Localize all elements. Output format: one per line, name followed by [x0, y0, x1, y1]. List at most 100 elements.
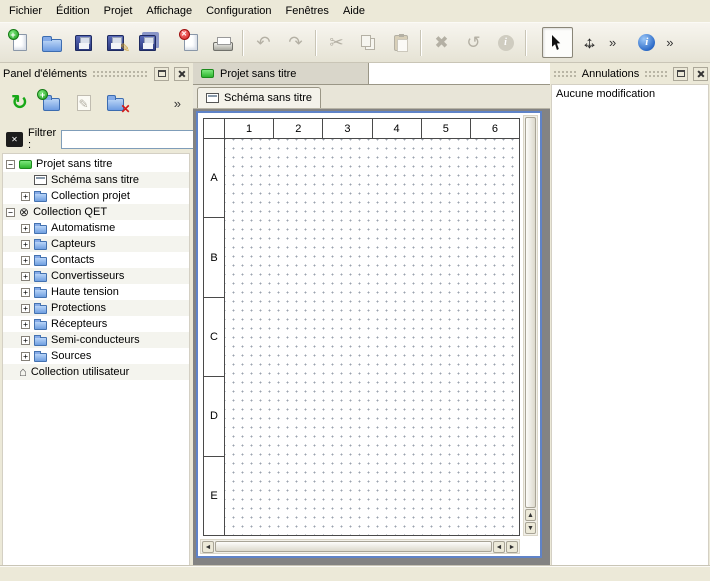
collapse-icon[interactable] [6, 160, 15, 169]
selection-mode-button[interactable] [542, 27, 573, 58]
close-dock-button[interactable] [693, 67, 708, 81]
tree-item-recepteurs[interactable]: Récepteurs [3, 316, 189, 332]
tree-item-collection-projet[interactable]: Collection projet [3, 188, 189, 204]
tree-item-protections[interactable]: Protections [3, 300, 189, 316]
rotate-button[interactable]: ↺ [458, 27, 489, 58]
close-file-button[interactable] [175, 27, 206, 58]
status-bar [0, 566, 710, 581]
expand-icon[interactable] [21, 304, 30, 313]
toolbar-extension-icon[interactable]: » [663, 35, 676, 50]
menu-fenetres[interactable]: Fenêtres [279, 2, 336, 20]
tree-item-convertisseurs[interactable]: Convertisseurs [3, 268, 189, 284]
print-button[interactable] [207, 27, 238, 58]
delete-element-button[interactable] [102, 90, 129, 117]
reload-collections-button[interactable]: ↻ [6, 90, 33, 117]
diagram-canvas[interactable] [225, 139, 519, 535]
menu-edition[interactable]: Édition [49, 2, 97, 20]
tree-item-project[interactable]: Projet sans titre [3, 156, 189, 172]
project-window-tab[interactable]: Projet sans titre [193, 63, 369, 84]
tree-item-haute-tension[interactable]: Haute tension [3, 284, 189, 300]
tree-item-sources[interactable]: Sources [3, 348, 189, 364]
tree-item-label: Récepteurs [51, 318, 107, 330]
paste-button[interactable] [385, 27, 416, 58]
expand-icon[interactable] [21, 192, 30, 201]
tree-item-contacts[interactable]: Contacts [3, 252, 189, 268]
dock-drag-handle[interactable] [92, 70, 149, 78]
menu-aide[interactable]: Aide [336, 2, 372, 20]
scrollbar-thumb[interactable] [215, 541, 492, 552]
expand-icon[interactable] [21, 288, 30, 297]
expand-icon[interactable] [21, 240, 30, 249]
tree-item-collection-utilisateur[interactable]: Collection utilisateur [3, 364, 189, 380]
folder-icon [34, 257, 47, 266]
save-as-button[interactable] [100, 27, 131, 58]
copy-button[interactable] [353, 27, 384, 58]
close-dock-button[interactable] [174, 67, 189, 81]
menu-projet[interactable]: Projet [97, 2, 140, 20]
plus-badge-icon [8, 29, 19, 40]
float-dock-button[interactable] [154, 67, 169, 81]
scroll-right-button[interactable] [506, 541, 518, 553]
dock-drag-handle[interactable] [644, 70, 668, 78]
move-arrows-icon: ↔↕ [580, 33, 600, 53]
clear-filter-icon[interactable] [6, 132, 23, 147]
horizontal-scrollbar[interactable] [200, 539, 520, 554]
pan-mode-button[interactable]: ↔↕ [574, 27, 605, 58]
undo-button[interactable]: ↶ [248, 27, 279, 58]
vertical-scrollbar[interactable] [523, 115, 538, 536]
project-tab-label: Projet sans titre [220, 68, 296, 80]
expand-icon[interactable] [21, 256, 30, 265]
schema-icon [206, 93, 219, 103]
filter-row: Filtrer : [2, 127, 190, 151]
tree-item-label: Automatisme [51, 222, 115, 234]
expand-icon[interactable] [21, 272, 30, 281]
save-button[interactable] [68, 27, 99, 58]
toolbar-separator [420, 30, 422, 56]
toolbar-extension-icon[interactable]: » [606, 35, 619, 50]
tree-item-capteurs[interactable]: Capteurs [3, 236, 189, 252]
menu-fichier[interactable]: Fichier [2, 2, 49, 20]
expand-icon[interactable] [21, 224, 30, 233]
tree-item-label: Collection QET [33, 206, 107, 218]
redo-button[interactable]: ↷ [280, 27, 311, 58]
scroll-left-button[interactable] [493, 541, 505, 553]
expand-icon[interactable] [21, 336, 30, 345]
copy-icon [361, 35, 371, 47]
float-dock-button[interactable] [673, 67, 688, 81]
collapse-icon[interactable] [6, 208, 15, 217]
schema-tab[interactable]: Schéma sans titre [197, 87, 321, 108]
tree-item-schema[interactable]: Schéma sans titre [3, 172, 189, 188]
menu-configuration[interactable]: Configuration [199, 2, 278, 20]
tree-item-label: Collection projet [51, 190, 130, 202]
cut-button[interactable]: ✂ [321, 27, 352, 58]
scroll-up-button[interactable] [525, 509, 536, 521]
save-all-button[interactable] [132, 27, 163, 58]
delete-button[interactable]: ✖ [426, 27, 457, 58]
tree-item-semi-conducteurs[interactable]: Semi-conducteurs [3, 332, 189, 348]
diagram-view[interactable]: 1 2 3 4 5 6 A B C D E [196, 111, 542, 558]
edit-element-button[interactable] [70, 90, 97, 117]
tree-item-automatisme[interactable]: Automatisme [3, 220, 189, 236]
dock-drag-handle[interactable] [553, 70, 577, 78]
elements-tree[interactable]: Projet sans titre Schéma sans titre Coll… [2, 153, 190, 566]
tree-item-collection-qet[interactable]: Collection QET [3, 204, 189, 220]
new-project-button[interactable] [4, 27, 35, 58]
menu-affichage[interactable]: Affichage [139, 2, 199, 20]
toolbar-extension-icon[interactable]: » [171, 96, 184, 111]
expand-icon[interactable] [21, 352, 30, 361]
element-info-button[interactable] [490, 27, 521, 58]
new-element-button[interactable] [38, 90, 65, 117]
undo-panel-title: Annulations [582, 68, 640, 80]
scroll-left-button[interactable] [202, 541, 214, 553]
expand-icon[interactable] [21, 320, 30, 329]
information-button[interactable] [631, 27, 662, 58]
scroll-down-button[interactable] [525, 522, 536, 534]
row-header: E [204, 457, 224, 535]
scrollbar-thumb[interactable] [525, 117, 536, 508]
redo-icon: ↷ [288, 34, 302, 51]
filter-input[interactable] [61, 130, 211, 149]
open-project-button[interactable] [36, 27, 67, 58]
row-headers: A B C D E [204, 139, 225, 535]
undo-list[interactable]: Aucune modification [551, 84, 709, 566]
tree-item-label: Sources [51, 350, 91, 362]
